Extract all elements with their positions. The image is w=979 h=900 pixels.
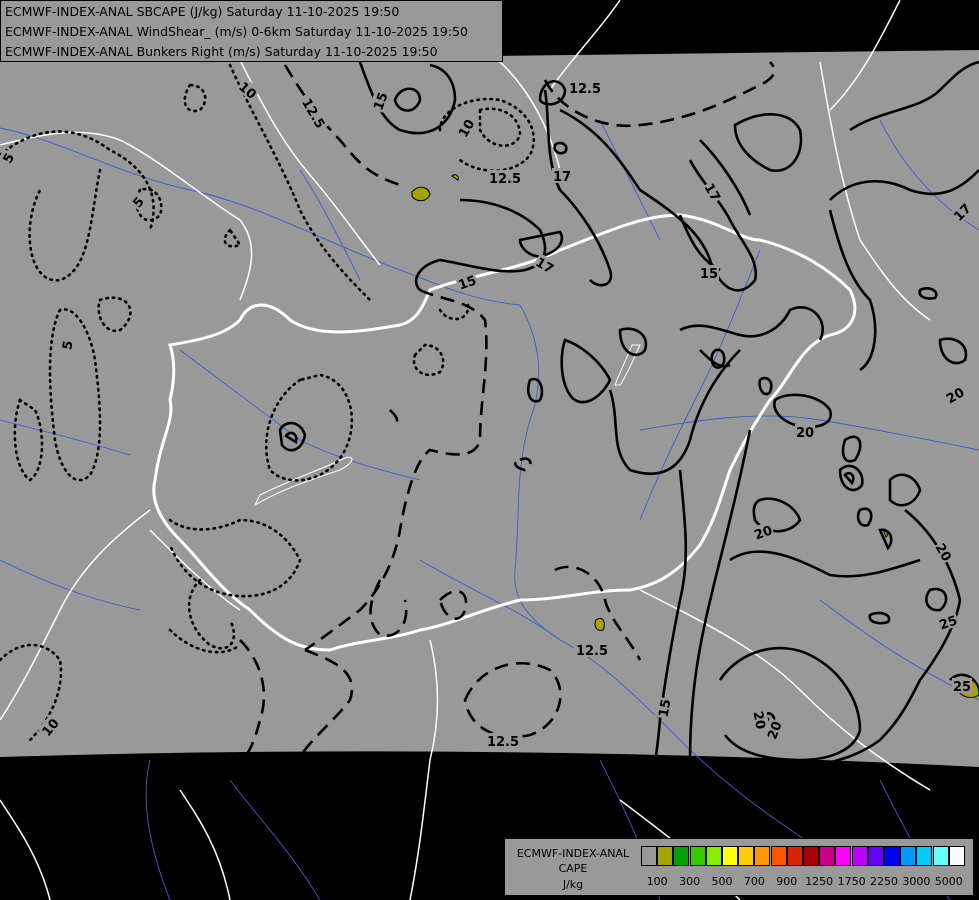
contour-label: 12.5 (567, 80, 603, 97)
legend-tick: 2250 (870, 875, 898, 888)
contour-label-text: 25 (953, 680, 971, 695)
legend-tick: 300 (679, 875, 701, 888)
legend-swatch (657, 846, 674, 866)
legend-swatch (932, 846, 949, 866)
contour-label: 12.5 (487, 170, 523, 187)
legend-swatch (689, 846, 706, 866)
legend-title-model: ECMWF-INDEX-ANAL (516, 847, 630, 860)
legend-swatch (851, 846, 868, 866)
contour-label: 12.5 (574, 642, 610, 659)
contour-label-text: 15 (700, 267, 718, 282)
contour-label: 12.5 (485, 733, 521, 750)
legend-tick: 3000 (902, 875, 931, 888)
legend-tick: 5000 (934, 875, 963, 888)
header-box: ECMWF-INDEX-ANAL SBCAPE (J/kg) Saturday … (0, 0, 503, 62)
legend-swatch (705, 846, 722, 866)
legend-swatch (641, 846, 657, 866)
legend-tick: 1250 (805, 875, 834, 888)
contour-label-text: 20 (796, 426, 814, 441)
contour-label-text: 12.5 (569, 82, 601, 97)
legend-swatch (916, 846, 933, 866)
data-domain (0, 50, 979, 767)
header-line-bunkers: ECMWF-INDEX-ANAL Bunkers Right (m/s) Sat… (5, 44, 438, 59)
legend-swatch (803, 846, 819, 866)
legend-swatch (786, 846, 803, 866)
contour-label-text: 20 (750, 710, 768, 730)
legend-swatch (867, 846, 884, 866)
legend-swatch (900, 846, 917, 866)
legend-title-field: CAPE (558, 862, 588, 875)
header-line-sbcape: ECMWF-INDEX-ANAL SBCAPE (J/kg) Saturday … (5, 4, 400, 19)
legend-swatch (835, 846, 852, 866)
contour-label: 25 (952, 678, 972, 695)
cape-legend: ECMWF-INDEX-ANAL CAPE J/kg 100 300 500 700 9… (504, 838, 974, 896)
legend-swatch (948, 846, 965, 866)
legend-tick: 900 (776, 875, 798, 888)
contour-label: 15 (699, 265, 719, 282)
legend-swatch (673, 846, 690, 866)
legend-swatch (884, 846, 900, 866)
contour-label-text: 17 (553, 170, 571, 185)
legend-swatch (754, 846, 771, 866)
contour-label: 20 (795, 424, 815, 441)
legend-swatch (770, 846, 787, 866)
map: 5551012.5 151012.512.517171715 15172020202… (0, 0, 979, 900)
contour-label-text: 15 (657, 698, 675, 718)
legend-swatch (738, 846, 755, 866)
legend-tick: 500 (711, 875, 733, 888)
legend-swatch (722, 846, 738, 866)
contour-label: 17 (552, 168, 572, 185)
legend-title-unit: J/kg (562, 878, 584, 891)
contour-label-text: 12.5 (487, 735, 519, 750)
contour-label-text: 12.5 (489, 172, 521, 187)
legend-tick: 700 (743, 875, 765, 888)
contour-label: 15 (654, 696, 675, 720)
legend-tick: 100 (646, 875, 668, 888)
legend-tick: 1750 (837, 875, 866, 888)
legend-swatch (819, 846, 836, 866)
header-line-windshear: ECMWF-INDEX-ANAL WindShear_ (m/s) 0-6km … (5, 24, 468, 39)
contour-label-text: 12.5 (576, 644, 608, 659)
